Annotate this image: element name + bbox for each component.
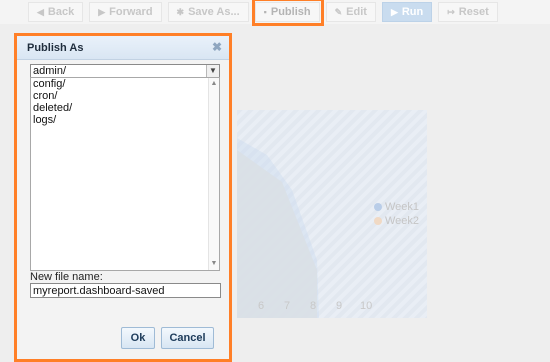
run-label: Run bbox=[401, 6, 424, 18]
new-file-name-input[interactable] bbox=[30, 283, 221, 298]
scroll-up-icon[interactable]: ▲ bbox=[209, 79, 219, 89]
edit-label: Edit bbox=[346, 6, 367, 18]
save-as-button[interactable]: ✱ Save As... bbox=[167, 2, 249, 22]
folder-select-value: admin/ bbox=[33, 65, 67, 77]
publish-as-dialog: Publish As ✖ admin/ ▼ config/ cron/ dele… bbox=[14, 33, 232, 362]
chevron-down-icon[interactable]: ▼ bbox=[206, 65, 219, 77]
cancel-button[interactable]: Cancel bbox=[161, 327, 214, 349]
x-tick: 9 bbox=[336, 300, 343, 312]
x-axis-ticks: 6 7 8 9 10 bbox=[230, 300, 380, 314]
reset-button[interactable]: ↦ Reset bbox=[438, 2, 498, 22]
x-tick: 6 bbox=[258, 300, 265, 312]
forward-label: Forward bbox=[109, 6, 153, 18]
chart-legend: Week1 Week2 bbox=[374, 200, 419, 228]
reset-label: Reset bbox=[458, 6, 489, 18]
new-file-name-label: New file name: bbox=[30, 271, 103, 283]
week1-legend-dot bbox=[374, 203, 382, 211]
list-item[interactable]: deleted/ bbox=[31, 102, 219, 114]
scroll-down-icon[interactable]: ▼ bbox=[209, 259, 219, 269]
week2-legend-dot bbox=[374, 217, 382, 225]
reset-icon: ↦ bbox=[447, 6, 455, 17]
file-list-scrollbar[interactable]: ▲ ▼ bbox=[208, 78, 219, 270]
ok-button[interactable]: Ok bbox=[121, 327, 155, 349]
file-list[interactable]: config/ cron/ deleted/ logs/ ▲ ▼ bbox=[30, 77, 220, 271]
dialog-header: Publish As ✖ bbox=[17, 36, 229, 60]
forward-button[interactable]: ▶ Forward bbox=[89, 2, 162, 22]
edit-icon: ✎ bbox=[334, 6, 343, 17]
list-item[interactable]: cron/ bbox=[31, 90, 219, 102]
x-tick: 7 bbox=[284, 300, 291, 312]
back-button[interactable]: ◀ Back bbox=[28, 2, 84, 22]
legend-week1-label: Week1 bbox=[385, 201, 420, 213]
legend-item-week2: Week2 bbox=[374, 214, 419, 228]
run-button[interactable]: ▶ Run bbox=[381, 2, 433, 22]
dialog-title: Publish As bbox=[27, 41, 84, 54]
list-item[interactable]: logs/ bbox=[31, 114, 219, 126]
legend-week2-label: Week2 bbox=[385, 215, 420, 227]
edit-button[interactable]: ✎ Edit bbox=[325, 2, 376, 22]
save-as-label: Save As... bbox=[188, 6, 240, 18]
publish-highlight-box bbox=[252, 0, 324, 26]
list-item[interactable]: config/ bbox=[31, 78, 219, 90]
x-tick: 10 bbox=[360, 300, 373, 312]
legend-item-week1: Week1 bbox=[374, 200, 419, 214]
back-label: Back bbox=[47, 6, 75, 18]
week1-area bbox=[237, 138, 319, 318]
close-icon[interactable]: ✖ bbox=[212, 41, 222, 53]
play-icon: ▶ bbox=[390, 6, 398, 17]
save-icon: ✱ bbox=[176, 6, 185, 17]
folder-select[interactable]: admin/ ▼ bbox=[30, 64, 220, 78]
arrow-right-icon: ▶ bbox=[98, 6, 106, 17]
x-tick: 8 bbox=[310, 300, 317, 312]
arrow-left-icon: ◀ bbox=[37, 6, 44, 17]
